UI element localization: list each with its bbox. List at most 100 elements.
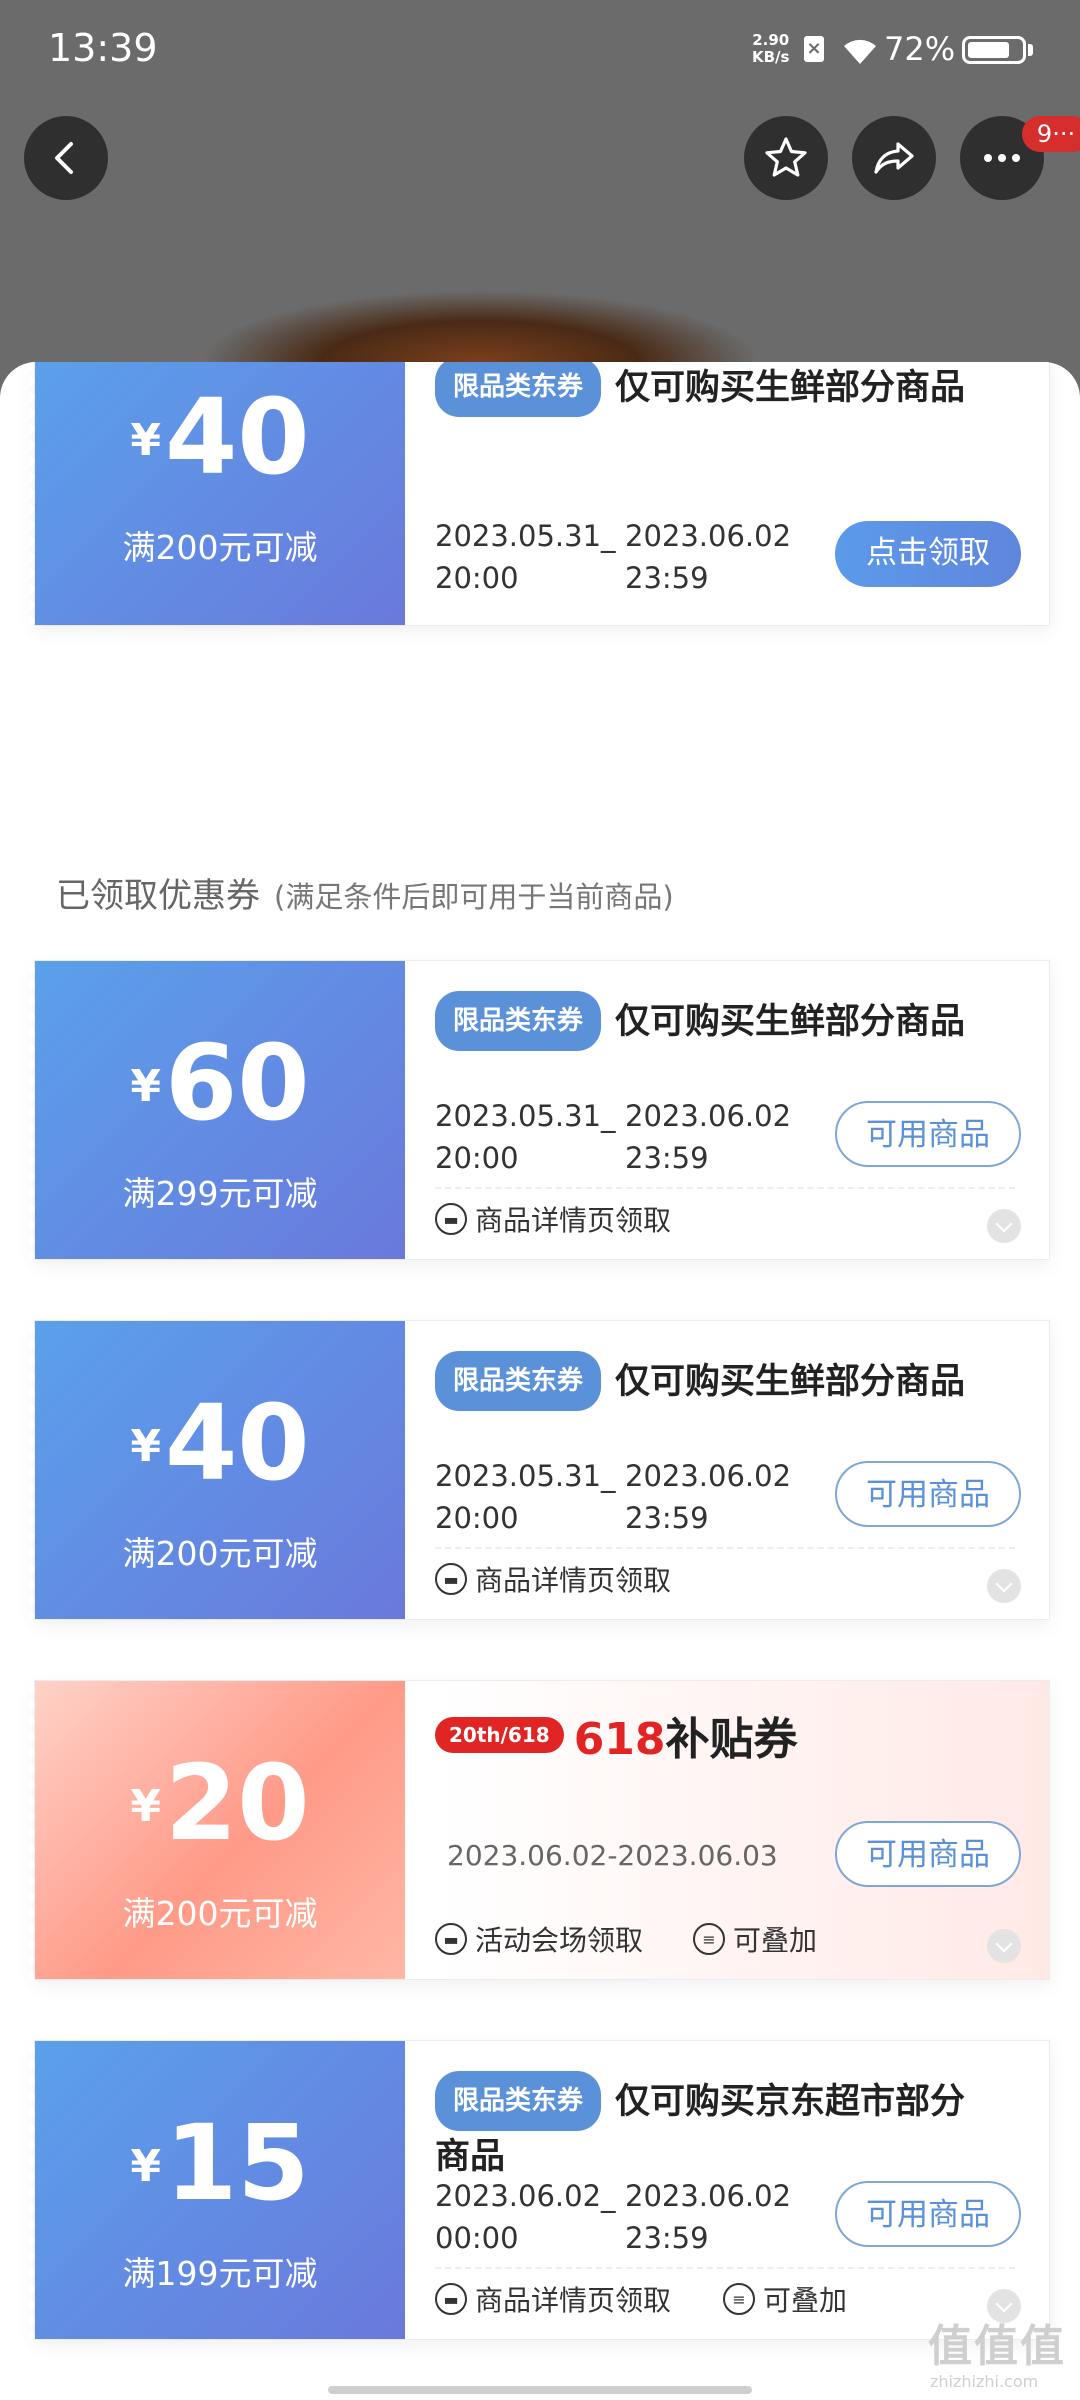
start-datetime: 2023.06.02 00:00 — [435, 2175, 601, 2259]
currency-symbol: ¥ — [130, 1781, 161, 1832]
coupon-source-note: ▬ 商品详情页领取 — [435, 1559, 671, 1599]
amount-value: 20 — [164, 1742, 310, 1864]
coupon-title-text: 仅可购买生鲜部分商品 — [615, 1002, 966, 1042]
share-icon — [874, 142, 914, 174]
coupon-tag: 限品类东券 — [435, 991, 602, 1051]
coupon-tag: 限品类东券 — [435, 362, 602, 417]
ticket-icon: ▬ — [435, 2283, 467, 2315]
currency-symbol: ¥ — [130, 2141, 161, 2192]
start-date: 2023.06.02 — [435, 2179, 602, 2213]
amount-value: 60 — [164, 1022, 310, 1144]
end-time: 23:59 — [625, 561, 709, 595]
network-speed-unit: KB/s — [752, 48, 790, 66]
coupon-source-note: ▬ 商品详情页领取 — [435, 2279, 671, 2319]
start-time: 20:00 — [435, 1501, 519, 1535]
battery-percent: 72% — [884, 30, 956, 68]
share-button[interactable] — [852, 116, 936, 200]
favorite-button[interactable] — [744, 116, 828, 200]
end-time: 23:59 — [625, 1141, 709, 1175]
start-date: 2023.05.31 — [435, 1459, 602, 1493]
coupon-card[interactable]: ¥60 满299元可减 限品类东券 仅可购买生鲜部分商品 2023.05.31 2… — [29, 960, 1050, 1260]
end-date: 2023.06.02 — [625, 1459, 792, 1493]
stack-icon: ≡ — [723, 2283, 755, 2315]
ticket-icon: ▬ — [435, 1563, 467, 1595]
end-date: 2023.06.02 — [625, 1099, 792, 1133]
no-sim-icon: × — [804, 36, 824, 62]
end-time: 23:59 — [625, 1501, 709, 1535]
network-speed-value: 2.90 — [752, 31, 790, 49]
available-products-button[interactable]: 可用商品 — [835, 1821, 1021, 1887]
subsidy-badge: 20th/618 618补贴券 — [435, 1703, 798, 1767]
coupon-source-text: 商品详情页领取 — [475, 1564, 672, 1597]
subsidy-label: 补贴券 — [665, 1714, 798, 1765]
date-separator: _ — [601, 519, 616, 553]
home-indicator[interactable] — [328, 2386, 752, 2394]
back-button[interactable] — [24, 116, 108, 200]
section-subtitle: (满足条件后即可用于当前商品) — [274, 880, 674, 914]
ticket-icon: ▬ — [435, 1923, 467, 1955]
stackable-text: 可叠加 — [733, 1924, 818, 1957]
start-time: 00:00 — [435, 2221, 519, 2255]
battery-tip — [1028, 44, 1033, 56]
status-bar: 13:39 2.90 KB/s × 72% — [0, 0, 1080, 100]
chevron-down-icon[interactable] — [987, 1209, 1021, 1243]
currency-symbol: ¥ — [130, 415, 161, 466]
end-time: 23:59 — [625, 2221, 709, 2255]
coupon-condition: 满200元可减 — [122, 528, 318, 567]
coupon-card[interactable]: ¥20 满200元可减 20th/618 618补贴券 2023.06.02-2… — [29, 1680, 1050, 1980]
date-separator: _ — [601, 1459, 616, 1493]
coupon-title: 限品类东券 仅可购买生鲜部分商品 — [435, 991, 995, 1051]
coupon-tag: 限品类东券 — [435, 2071, 602, 2131]
status-time: 13:39 — [48, 26, 158, 70]
watermark-url: zhizhizhi.com — [930, 2372, 1039, 2391]
coupon-amount: ¥60 — [35, 1031, 405, 1135]
coupon-title: 限品类东券 仅可购买京东超市部分商品 — [435, 2071, 995, 2183]
start-datetime: 2023.05.31 20:00 — [435, 1095, 601, 1179]
battery-icon — [962, 36, 1026, 64]
amount-value: 15 — [164, 2102, 310, 2224]
coupon-source-text: 商品详情页领取 — [475, 2284, 672, 2317]
available-products-button[interactable]: 可用商品 — [835, 1461, 1021, 1527]
subsidy-title: 618补贴券 — [574, 1703, 798, 1767]
chevron-down-icon[interactable] — [987, 1929, 1021, 1963]
end-datetime: 2023.06.02 23:59 — [625, 2175, 791, 2259]
coupon-source-note: ▬ 活动会场领取 — [435, 1919, 643, 1959]
available-products-button[interactable]: 可用商品 — [835, 2181, 1021, 2247]
coupon-card[interactable]: ¥40 满200元可减 限品类东券 仅可购买生鲜部分商品 2023.05.31 2… — [29, 1320, 1050, 1620]
start-date: 2023.05.31 — [435, 519, 602, 553]
subsidy-618: 618 — [573, 1714, 666, 1765]
coupon-condition: 满299元可减 — [122, 1174, 318, 1213]
coupon-card[interactable]: ¥15 满199元可减 限品类东券 仅可购买京东超市部分商品 2023.06.02… — [29, 2040, 1050, 2340]
ticket-icon: ▬ — [435, 1203, 467, 1235]
coupon-value-panel: ¥60 满299元可减 — [29, 961, 405, 1259]
coupon-value-panel: ¥40 满200元可减 — [29, 1321, 405, 1619]
stackable-note: ≡ 可叠加 — [723, 2279, 847, 2319]
notification-badge: 9··· — [1022, 116, 1080, 152]
section-title: 已领取优惠券 (满足条件后即可用于当前商品) — [56, 868, 674, 917]
coupon-value-panel: ¥40 满200元可减 — [29, 362, 405, 625]
chevron-down-icon[interactable] — [987, 1569, 1021, 1603]
network-speed: 2.90 KB/s — [752, 32, 789, 66]
coupon-condition: 满200元可减 — [122, 1894, 318, 1933]
currency-symbol: ¥ — [130, 1421, 161, 1472]
coupon-card: ¥40 满200元可减 限品类东券 仅可购买生鲜部分商品 2023.05.31 2… — [29, 362, 1050, 626]
anniversary-pill: 20th/618 — [435, 1717, 564, 1753]
coupon-amount: ¥20 — [35, 1751, 405, 1855]
coupon-source-text: 商品详情页领取 — [475, 1204, 672, 1237]
coupon-source-text: 活动会场领取 — [475, 1924, 644, 1957]
coupon-title: 限品类东券 仅可购买生鲜部分商品 — [435, 1351, 995, 1411]
coupon-amount: ¥40 — [35, 1391, 405, 1495]
amount-value: 40 — [164, 376, 310, 498]
section-title-text: 已领取优惠券 — [56, 876, 260, 916]
stackable-note: ≡ 可叠加 — [693, 1919, 817, 1959]
date-separator: _ — [601, 2179, 616, 2213]
claim-button[interactable]: 点击领取 — [835, 521, 1021, 587]
coupon-sheet: 优惠 ¥40 满200元可减 限品类东券仅可购买生鲜部分商品 2023.05.3… — [0, 362, 1080, 2400]
coupon-condition: 满199元可减 — [122, 2254, 318, 2293]
end-datetime: 2023.06.02 23:59 — [625, 1455, 791, 1539]
coupon-source-note: ▬ 商品详情页领取 — [435, 1199, 671, 1239]
more-dots-icon — [984, 154, 1020, 162]
coupon-value-panel: ¥20 满200元可减 — [29, 1681, 405, 1979]
available-products-button[interactable]: 可用商品 — [835, 1101, 1021, 1167]
stackable-text: 可叠加 — [763, 2284, 848, 2317]
